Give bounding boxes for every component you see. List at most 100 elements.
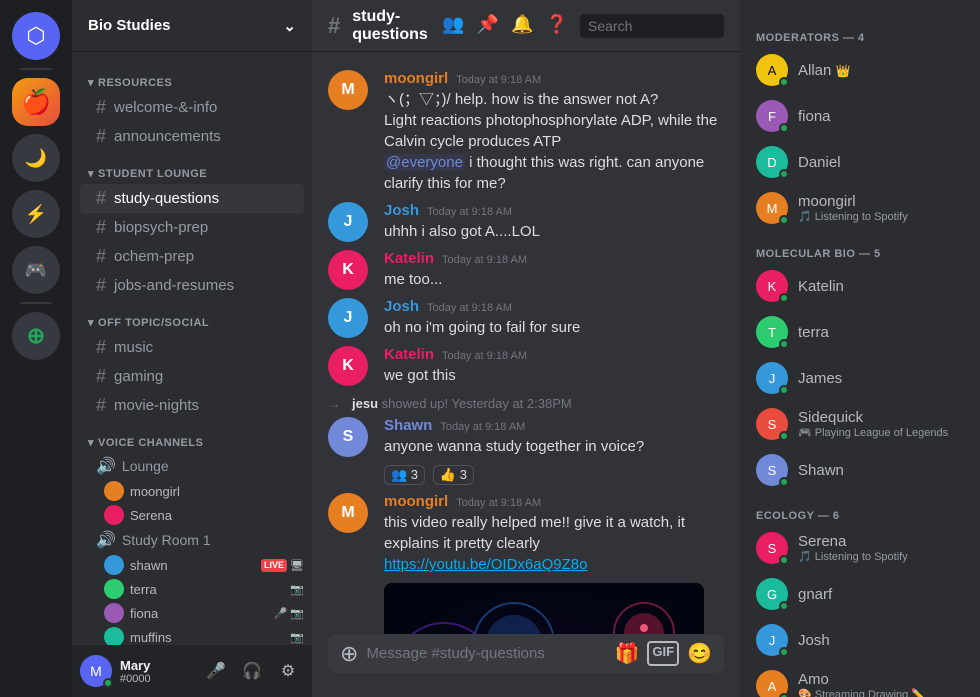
server-bar: ⬡ 🍎 🌙 ⚡ 🎮 ⊕ — [0, 0, 72, 697]
member-sidequick[interactable]: S Sidequick 🎮 Playing League of Legends — [748, 402, 972, 446]
channel-gaming[interactable]: # gaming — [80, 362, 304, 391]
voice-user-moongirl-lounge[interactable]: moongirl — [72, 479, 312, 503]
message-josh-1: J Josh Today at 9:18 AM uhhh i also got … — [312, 200, 740, 244]
pin-header-icon[interactable]: 📌 — [477, 14, 499, 38]
member-amo[interactable]: A Amo 🎨 Streaming Drawing ✏️ — [748, 664, 972, 697]
chat-input-box: ⊕ 🎁 GIF 😊 — [328, 634, 724, 673]
members-icon[interactable]: 👥 — [442, 14, 464, 38]
category-resources[interactable]: ▾ Resources — [72, 60, 312, 93]
gif-icon[interactable]: GIF — [647, 641, 679, 666]
category-student-lounge[interactable]: ▾ Student Lounge — [72, 151, 312, 184]
system-message-join: → jesu showed up! Yesterday at 2:38PM — [312, 392, 740, 415]
avatar-shawn: S — [328, 417, 368, 457]
chevron-down-icon: ⌄ — [283, 17, 296, 35]
server-2[interactable]: 🌙 — [12, 134, 60, 182]
channel-sidebar: Bio Studies ⌄ ▾ Resources # welcome-&-in… — [72, 0, 312, 697]
category-voice[interactable]: ▾ Voice Channels — [72, 420, 312, 453]
main-content: # study-questions 👥 📌 🔔 ❓ M moongirl Tod… — [312, 0, 740, 697]
user-panel: M Mary #0000 🎤 🎧 ⚙ — [72, 645, 312, 697]
voice-user-fiona[interactable]: fiona 🎤📷 — [72, 601, 312, 625]
author-josh[interactable]: Josh — [384, 202, 419, 219]
member-fiona[interactable]: F fiona — [748, 94, 972, 138]
current-user-tag: #0000 — [120, 673, 192, 685]
channel-music[interactable]: # music — [80, 333, 304, 362]
voice-lounge[interactable]: 🔊 Lounge — [80, 453, 304, 479]
message-text: anyone wanna study together in voice? — [384, 436, 724, 457]
channel-announcements[interactable]: # announcements — [80, 122, 304, 151]
message-katelin-2: K Katelin Today at 9:18 AM we got this — [312, 344, 740, 388]
channel-ochem-prep[interactable]: # ochem-prep — [80, 242, 304, 271]
member-gnarf[interactable]: G gnarf — [748, 572, 972, 616]
member-josh[interactable]: J Josh — [748, 618, 972, 662]
avatar-katelin: K — [328, 250, 368, 290]
message-text: me too... — [384, 269, 724, 290]
ecology-category: ECOLOGY — 6 — [748, 494, 972, 526]
server-name[interactable]: Bio Studies ⌄ — [72, 0, 312, 52]
server-3[interactable]: ⚡ — [12, 190, 60, 238]
author-shawn[interactable]: Shawn — [384, 417, 432, 434]
member-allan[interactable]: A Allan 👑 — [748, 48, 972, 92]
message-moongirl-1: M moongirl Today at 9:18 AM ヽ(；▽；)/ help… — [312, 68, 740, 196]
message-text: we got this — [384, 365, 724, 386]
settings-icon[interactable]: ⚙ — [283, 190, 296, 207]
reaction-group[interactable]: 👥 3 — [384, 465, 425, 485]
settings-button[interactable]: ⚙ — [272, 655, 304, 687]
member-daniel[interactable]: D Daniel — [748, 140, 972, 184]
home-button[interactable]: ⬡ — [12, 12, 60, 60]
current-user-name: Mary — [120, 658, 192, 673]
video-embed[interactable]: ▶ — [384, 583, 704, 634]
channel-movie-nights[interactable]: # movie-nights — [80, 391, 304, 420]
message-input[interactable] — [366, 634, 606, 673]
member-shawn[interactable]: S Shawn — [748, 448, 972, 492]
search-input[interactable] — [580, 14, 724, 38]
current-user-avatar: M — [80, 655, 112, 687]
author-moongirl[interactable]: moongirl — [384, 70, 448, 87]
voice-user-muffins[interactable]: muffins 📷 — [72, 625, 312, 645]
category-off-topic[interactable]: ▾ Off Topic/Social — [72, 300, 312, 333]
chat-header: # study-questions 👥 📌 🔔 ❓ — [312, 0, 740, 52]
emoji-icon[interactable]: 😊 — [687, 641, 712, 666]
message-shawn-1: S Shawn Today at 9:18 AM anyone wanna st… — [312, 415, 740, 487]
member-katelin[interactable]: K Katelin — [748, 264, 972, 308]
member-moongirl[interactable]: M moongirl 🎵 Listening to Spotify — [748, 186, 972, 230]
server-bio-studies[interactable]: 🍎 — [12, 78, 60, 126]
avatar-josh: J — [328, 202, 368, 242]
reaction-thumbs[interactable]: 👍 3 — [433, 465, 474, 485]
chat-channel-name: study-questions — [352, 8, 430, 44]
avatar-moongirl-2: M — [328, 493, 368, 533]
voice-user-terra[interactable]: terra 📷 — [72, 577, 312, 601]
add-attachment-button[interactable]: ⊕ — [340, 641, 358, 667]
message-text-2: Light reactions photophosphorylate ADP, … — [384, 110, 724, 152]
voice-user-serena-lounge[interactable]: Serena — [72, 503, 312, 527]
gift-icon[interactable]: 🎁 — [615, 641, 640, 666]
video-link[interactable]: https://youtu.be/OIDx6aQ9Z8o — [384, 554, 724, 575]
discover-servers[interactable]: ⊕ — [12, 312, 60, 360]
member-terra[interactable]: T terra — [748, 310, 972, 354]
channel-list: ▾ Resources # welcome-&-info # announcem… — [72, 52, 312, 645]
inbox-icon[interactable]: 🔔 — [511, 14, 533, 38]
message-katelin-1: K Katelin Today at 9:18 AM me too... — [312, 248, 740, 292]
author-katelin-2[interactable]: Katelin — [384, 346, 434, 363]
help-icon[interactable]: ❓ — [546, 14, 568, 38]
deafen-button[interactable]: 🎧 — [236, 655, 268, 687]
mute-button[interactable]: 🎤 — [200, 655, 232, 687]
member-james[interactable]: J James — [748, 356, 972, 400]
message-text: ヽ(；▽；)/ help. how is the answer not A? — [384, 89, 724, 110]
voice-study-room-1[interactable]: 🔊 Study Room 1 — [80, 527, 304, 553]
server-4[interactable]: 🎮 — [12, 246, 60, 294]
server-divider-2 — [20, 302, 52, 304]
channel-jobs-resumes[interactable]: # jobs-and-resumes — [80, 271, 304, 300]
member-serena[interactable]: S Serena 🎵 Listening to Spotify — [748, 526, 972, 570]
channel-study-questions[interactable]: # study-questions 👤 ⚙ — [80, 184, 304, 213]
channel-biopsych-prep[interactable]: # biopsych-prep — [80, 213, 304, 242]
voice-user-shawn[interactable]: shawn LIVE 🖥 — [72, 553, 312, 577]
message-josh-2: J Josh Today at 9:18 AM oh no i'm going … — [312, 296, 740, 340]
channel-welcome-info[interactable]: # welcome-&-info — [80, 93, 304, 122]
message-time: Today at 9:18 AM — [440, 421, 525, 433]
moderators-category: MODERATORS — 4 — [748, 16, 972, 48]
message-time: Today at 9:18 AM — [442, 350, 527, 362]
add-user-icon[interactable]: 👤 — [262, 190, 279, 207]
author-josh-2[interactable]: Josh — [384, 298, 419, 315]
author-moongirl-2[interactable]: moongirl — [384, 493, 448, 510]
author-katelin[interactable]: Katelin — [384, 250, 434, 267]
